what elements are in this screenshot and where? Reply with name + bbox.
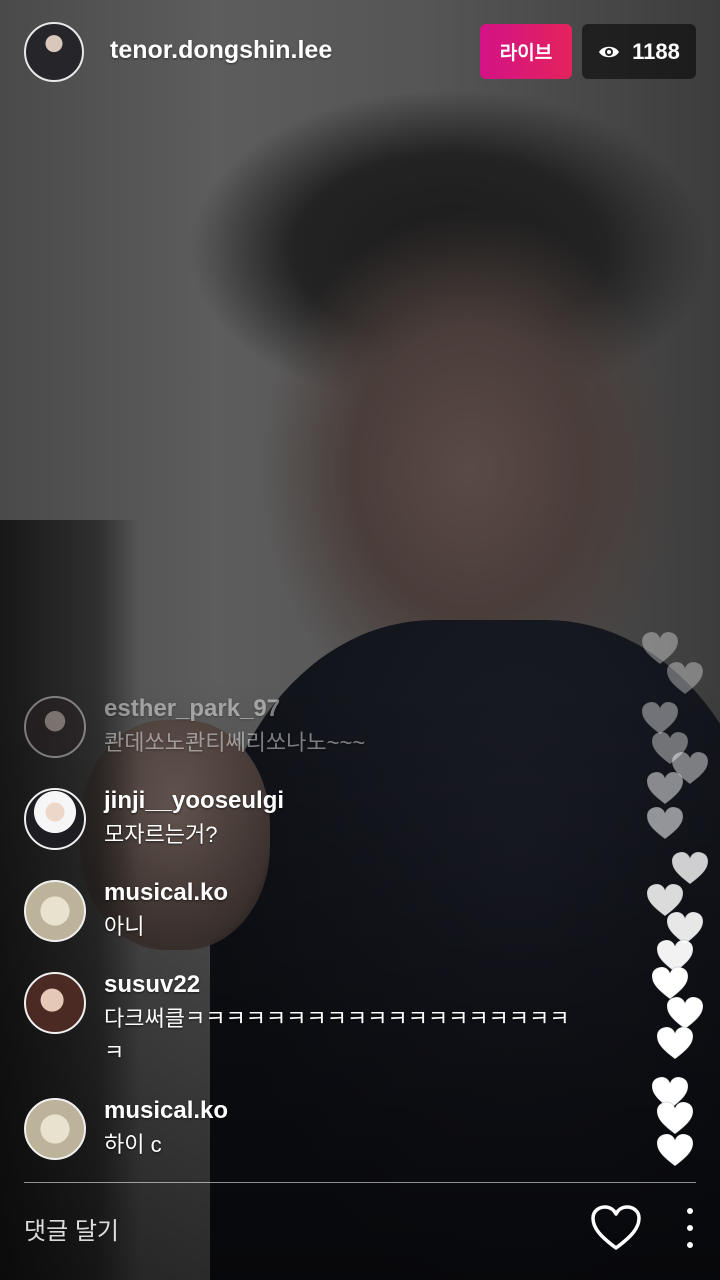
more-dot bbox=[687, 1225, 693, 1231]
comment-item: musical.ko 아니 bbox=[24, 878, 624, 944]
commenter-username[interactable]: susuv22 bbox=[104, 970, 624, 1000]
heart-icon bbox=[670, 850, 710, 886]
commenter-username[interactable]: musical.ko bbox=[104, 1096, 624, 1126]
viewer-count-badge[interactable]: 1188 bbox=[582, 24, 696, 79]
comment-text: 모자르는거? bbox=[104, 822, 218, 847]
comment-item: esther_park_97 콴데쏘노콴티쎄리쏘나노~~~ bbox=[24, 694, 624, 760]
comment-feed: esther_park_97 콴데쏘노콴티쎄리쏘나노~~~ jinji__yoo… bbox=[24, 694, 624, 1188]
comment-item: susuv22 다크써클ㅋㅋㅋㅋㅋㅋㅋㅋㅋㅋㅋㅋㅋㅋㅋㅋㅋㅋㅋㅋ bbox=[24, 970, 624, 1070]
commenter-avatar[interactable] bbox=[24, 788, 86, 850]
footer-divider bbox=[24, 1182, 696, 1183]
more-vertical-icon[interactable] bbox=[676, 1208, 704, 1248]
heart-icon bbox=[665, 660, 705, 696]
commenter-avatar[interactable] bbox=[24, 1098, 86, 1160]
live-header: tenor.dongshin.lee 라이브 1188 bbox=[24, 20, 696, 84]
heart-outline-icon[interactable] bbox=[590, 1204, 642, 1252]
comment-text: 다크써클ㅋㅋㅋㅋㅋㅋㅋㅋㅋㅋㅋㅋㅋㅋㅋㅋㅋㅋㅋㅋ bbox=[104, 1006, 570, 1065]
commenter-username[interactable]: musical.ko bbox=[104, 878, 624, 908]
comment-text: 하이 c bbox=[104, 1132, 162, 1157]
comment-text: 아니 bbox=[104, 914, 145, 939]
commenter-username[interactable]: esther_park_97 bbox=[104, 694, 624, 724]
commenter-avatar[interactable] bbox=[24, 696, 86, 758]
viewer-count: 1188 bbox=[632, 38, 680, 64]
heart-icon bbox=[645, 770, 685, 806]
comment-input[interactable]: 댓글 달기 bbox=[24, 1196, 544, 1260]
more-dot bbox=[687, 1208, 693, 1214]
comment-item: musical.ko 하이 c bbox=[24, 1096, 624, 1162]
host-username[interactable]: tenor.dongshin.lee bbox=[110, 36, 332, 65]
commenter-avatar[interactable] bbox=[24, 972, 86, 1034]
commenter-avatar[interactable] bbox=[24, 880, 86, 942]
more-dot bbox=[687, 1242, 693, 1248]
eye-icon bbox=[598, 44, 620, 60]
floating-hearts bbox=[620, 620, 710, 1180]
host-avatar[interactable] bbox=[24, 22, 84, 82]
heart-icon bbox=[655, 1025, 695, 1061]
commenter-username[interactable]: jinji__yooseulgi bbox=[104, 786, 624, 816]
heart-icon bbox=[655, 1100, 695, 1136]
heart-icon bbox=[645, 805, 685, 841]
live-badge: 라이브 bbox=[480, 24, 572, 79]
heart-icon bbox=[655, 1132, 695, 1168]
comment-text: 콴데쏘노콴티쎄리쏘나노~~~ bbox=[104, 730, 366, 755]
comment-item: jinji__yooseulgi 모자르는거? bbox=[24, 786, 624, 852]
